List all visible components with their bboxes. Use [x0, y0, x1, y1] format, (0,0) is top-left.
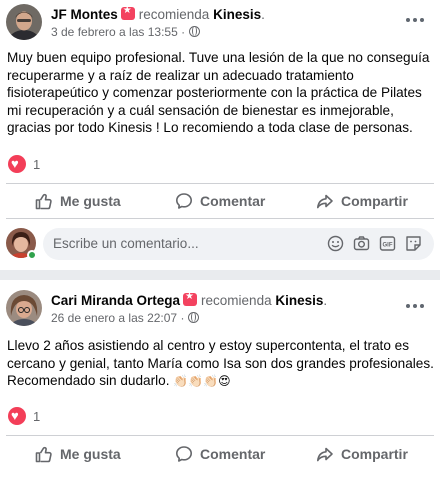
post-text: Llevo 2 años asistiendo al centro y esto…	[7, 337, 437, 391]
post-date: 3 de febrero a las 13:55 ·	[51, 25, 201, 39]
comment-icon	[176, 446, 192, 462]
heart-reaction-icon	[8, 407, 26, 425]
post-header: Cari Miranda Ortegarecomienda Kinesis. 2…	[6, 290, 434, 326]
recommend-star-icon	[120, 5, 135, 20]
comment-tools: GIF	[327, 235, 422, 253]
gif-icon[interactable]: GIF	[379, 235, 396, 252]
page-name[interactable]: Kinesis	[213, 7, 261, 22]
share-label: Compartir	[341, 446, 408, 462]
reaction-count: 1	[33, 408, 41, 424]
like-label: Me gusta	[60, 446, 121, 462]
separator-dot: ·	[180, 311, 185, 325]
review-post: JF Montesrecomienda Kinesis. 3 de febrer…	[0, 0, 440, 270]
timestamp[interactable]: 3 de febrero a las 13:55	[51, 25, 178, 39]
comment-button[interactable]: Comentar	[175, 184, 265, 218]
divider	[6, 435, 434, 436]
emoji-icon[interactable]	[327, 235, 344, 252]
author-name[interactable]: Cari Miranda Ortega	[51, 293, 180, 308]
like-label: Me gusta	[60, 193, 121, 209]
globe-icon	[188, 312, 200, 323]
sticker-icon[interactable]	[405, 235, 422, 252]
share-button[interactable]: Compartir	[316, 184, 408, 218]
recommend-star-icon	[183, 291, 198, 306]
separator-dot: ·	[181, 25, 186, 39]
reaction-summary[interactable]: 1	[8, 155, 40, 173]
share-label: Compartir	[341, 193, 408, 209]
comment-composer: Escribe un comentario... GIF	[6, 226, 434, 260]
more-options-icon[interactable]	[406, 12, 426, 26]
timestamp[interactable]: 26 de enero a las 22:07	[51, 311, 177, 325]
reaction-summary[interactable]: 1	[8, 407, 40, 425]
comment-label: Comentar	[200, 193, 266, 209]
like-button[interactable]: Me gusta	[35, 437, 121, 471]
globe-icon	[189, 26, 201, 37]
comment-button[interactable]: Comentar	[175, 437, 265, 471]
page-name[interactable]: Kinesis	[275, 293, 323, 308]
like-button[interactable]: Me gusta	[35, 184, 121, 218]
post-title-line: JF Montesrecomienda Kinesis.	[51, 5, 265, 22]
comment-label: Comentar	[200, 446, 266, 462]
post-date: 26 de enero a las 22:07 ·	[51, 311, 200, 325]
comment-input[interactable]: Escribe un comentario... GIF	[43, 228, 434, 260]
post-emojis: 👏🏻👏🏻👏🏻😍	[173, 374, 231, 389]
online-status-dot	[27, 250, 37, 260]
post-text: Muy buen equipo profesional. Tuve una le…	[7, 50, 430, 136]
divider	[6, 218, 434, 219]
avatar[interactable]	[6, 290, 42, 326]
camera-icon[interactable]	[353, 235, 370, 252]
avatar[interactable]	[6, 4, 42, 40]
recommends-text: recomienda	[201, 293, 272, 308]
like-icon	[35, 193, 52, 210]
like-icon	[35, 446, 52, 463]
post-header: JF Montesrecomienda Kinesis. 3 de febrer…	[6, 4, 434, 40]
comment-placeholder: Escribe un comentario...	[53, 236, 199, 251]
reaction-count: 1	[33, 156, 41, 172]
share-button[interactable]: Compartir	[316, 437, 408, 471]
action-bar: Me gusta Comentar Compartir	[0, 437, 440, 471]
share-icon	[317, 447, 333, 462]
review-post: Cari Miranda Ortegarecomienda Kinesis. 2…	[0, 280, 440, 478]
recommends-text: recomienda	[138, 7, 210, 22]
author-name[interactable]: JF Montes	[51, 7, 118, 22]
svg-text:GIF: GIF	[383, 243, 393, 249]
more-options-icon[interactable]	[406, 298, 426, 312]
heart-reaction-icon	[8, 155, 26, 173]
comment-icon	[176, 193, 192, 209]
share-icon	[317, 194, 333, 209]
action-bar: Me gusta Comentar Compartir	[0, 184, 440, 218]
post-title-line: Cari Miranda Ortegarecomienda Kinesis.	[51, 291, 327, 308]
